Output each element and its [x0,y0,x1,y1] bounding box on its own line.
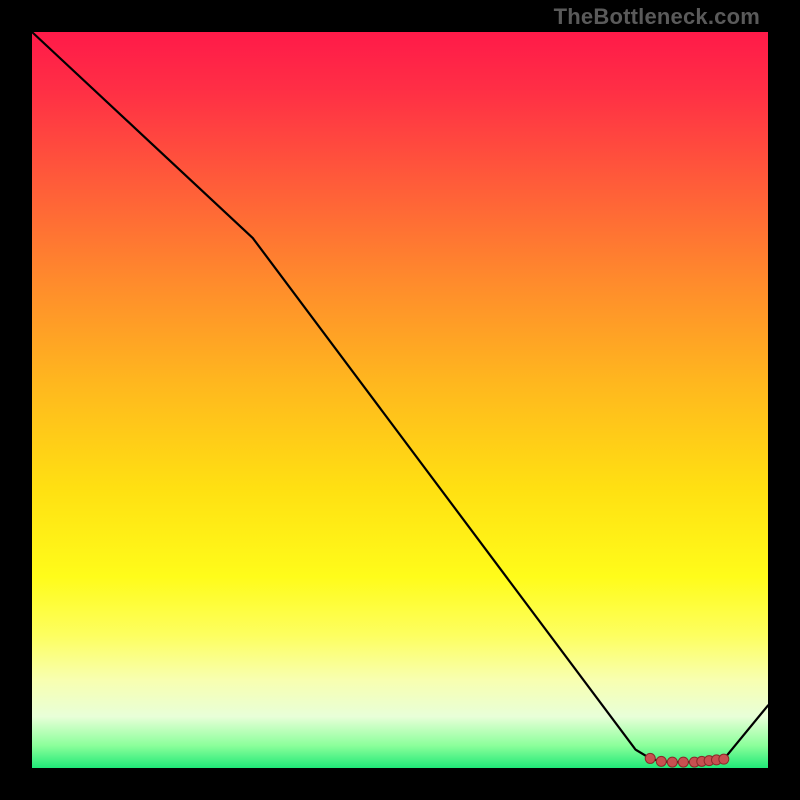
chart-frame: { "watermark": "TheBottleneck.com", "col… [0,0,800,800]
data-line [32,32,768,762]
data-marker [678,757,688,767]
data-marker [656,756,666,766]
chart-overlay [32,32,768,768]
data-marker [719,754,729,764]
data-marker [645,753,655,763]
data-marker [667,757,677,767]
watermark-text: TheBottleneck.com [554,4,760,30]
marker-group [645,753,729,767]
